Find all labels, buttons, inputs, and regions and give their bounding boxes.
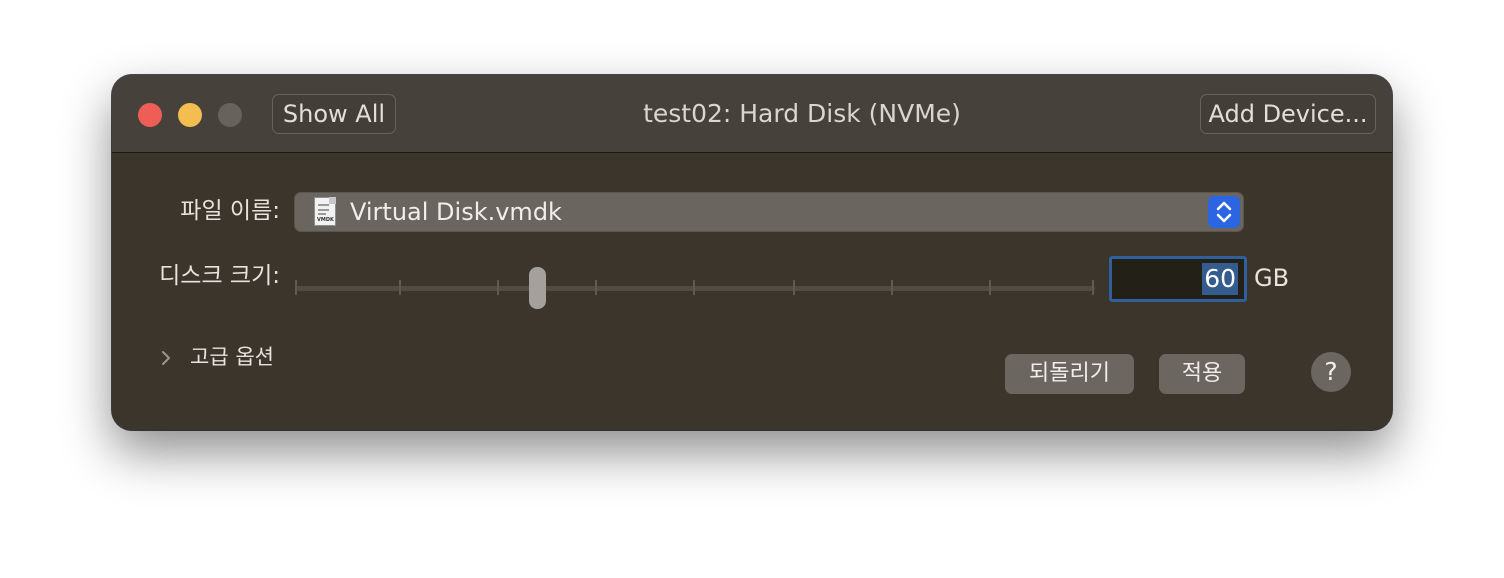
chevron-up-down-icon[interactable]	[1208, 196, 1240, 228]
disk-size-unit: GB	[1254, 264, 1290, 292]
disk-size-value: 60	[1202, 263, 1238, 295]
disk-size-input[interactable]: 60	[1109, 256, 1247, 302]
disk-size-label: 디스크 크기:	[159, 263, 280, 289]
file-name-value: Virtual Disk.vmdk	[350, 198, 562, 226]
file-name-popup[interactable]: VMDK Virtual Disk.vmdk	[294, 192, 1244, 232]
vmdk-document-icon: VMDK	[314, 197, 336, 226]
disk-size-slider-track[interactable]	[295, 286, 1095, 291]
settings-window: Show All test02: Hard Disk (NVMe) Add De…	[112, 75, 1392, 430]
advanced-options-toggle[interactable]: 고급 옵션	[190, 343, 274, 371]
chevron-right-icon[interactable]	[156, 348, 176, 368]
slider-tick	[989, 280, 991, 295]
minimize-button[interactable]	[178, 103, 202, 127]
zoom-button[interactable]	[218, 103, 242, 127]
slider-tick	[1092, 280, 1094, 295]
show-all-button[interactable]: Show All	[272, 94, 396, 134]
window-title: test02: Hard Disk (NVMe)	[643, 99, 961, 128]
revert-button[interactable]: 되돌리기	[1005, 354, 1134, 394]
slider-tick	[891, 280, 893, 295]
disk-size-slider-knob[interactable]	[529, 267, 546, 309]
file-name-label: 파일 이름:	[180, 198, 280, 224]
slider-tick	[497, 280, 499, 295]
add-device-button[interactable]: Add Device...	[1200, 94, 1376, 134]
vmdk-icon-tag: VMDK	[317, 217, 334, 223]
apply-button[interactable]: 적용	[1159, 354, 1245, 394]
close-button[interactable]	[138, 103, 162, 127]
slider-tick	[693, 280, 695, 295]
slider-tick	[295, 280, 297, 295]
titlebar: Show All test02: Hard Disk (NVMe) Add De…	[112, 75, 1392, 153]
help-button[interactable]: ?	[1311, 352, 1351, 392]
slider-tick	[793, 280, 795, 295]
slider-tick	[399, 280, 401, 295]
slider-tick	[595, 280, 597, 295]
